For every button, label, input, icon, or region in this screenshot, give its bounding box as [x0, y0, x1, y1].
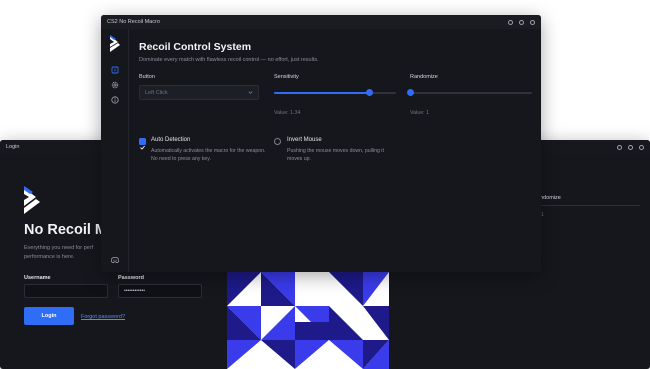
maximize-icon[interactable] — [519, 19, 524, 25]
main-window-title: CS2 No Recoil Macro — [107, 19, 160, 25]
password-label: Password — [118, 275, 144, 281]
info-icon[interactable] — [111, 96, 119, 104]
randomize-slider[interactable] — [406, 88, 532, 98]
slider-track-behind — [537, 205, 640, 206]
forgot-password-link[interactable]: Forgot password? — [81, 314, 125, 320]
main-window: CS2 No Recoil Macro Recoil Control Syste… — [101, 15, 541, 272]
login-button[interactable]: Login — [24, 307, 74, 325]
username-field[interactable] — [24, 284, 108, 298]
sensitivity-slider[interactable] — [274, 88, 396, 98]
username-label: Username — [24, 275, 51, 281]
discord-icon[interactable] — [111, 256, 119, 264]
crosshair-icon[interactable] — [111, 66, 119, 74]
gear-icon[interactable] — [111, 81, 119, 89]
main-titlebar: CS2 No Recoil Macro — [101, 15, 541, 29]
password-field[interactable]: •••••••••••• — [118, 284, 202, 298]
login-heading: No Recoil M — [24, 222, 107, 238]
sensitivity-handle[interactable] — [365, 89, 373, 96]
page-subtitle: Dominate every match with flawless recoi… — [139, 57, 319, 63]
logo-icon — [24, 186, 40, 214]
close-icon[interactable] — [639, 144, 644, 150]
maximize-icon[interactable] — [628, 144, 633, 150]
randomize-value: Value: 1 — [410, 110, 430, 116]
invert-mouse-description: Pushing the mouse moves down, pulling it… — [287, 148, 384, 162]
invert-mouse-toggle[interactable] — [274, 138, 281, 145]
invert-mouse-title: Invert Mouse — [287, 137, 322, 143]
sensitivity-fill — [274, 92, 370, 94]
minimize-icon[interactable] — [508, 19, 513, 25]
auto-detection-checkbox[interactable] — [139, 138, 146, 150]
logo-icon — [110, 35, 120, 52]
main-content: Recoil Control System Dominate every mat… — [129, 29, 541, 272]
auto-detection-description: Automatically activates the macro for th… — [151, 148, 266, 162]
randomize-label: Randomize — [410, 74, 438, 80]
button-select-value: Left Click — [145, 90, 168, 96]
check-icon — [140, 145, 145, 150]
button-label: Button — [139, 74, 155, 80]
close-icon[interactable] — [530, 19, 535, 25]
auto-detection-title: Auto Detection — [151, 137, 191, 143]
randomize-track — [410, 92, 532, 94]
button-select[interactable]: Left Click — [139, 85, 259, 100]
minimize-icon[interactable] — [617, 144, 622, 150]
sensitivity-label: Sensitivity — [274, 74, 299, 80]
geometric-pattern-image — [227, 272, 389, 369]
sensitivity-value: Value: 1.34 — [274, 110, 301, 116]
sidebar — [101, 29, 129, 272]
page-title: Recoil Control System — [139, 41, 252, 53]
randomize-handle[interactable] — [406, 89, 414, 96]
chevron-down-icon — [248, 91, 253, 94]
